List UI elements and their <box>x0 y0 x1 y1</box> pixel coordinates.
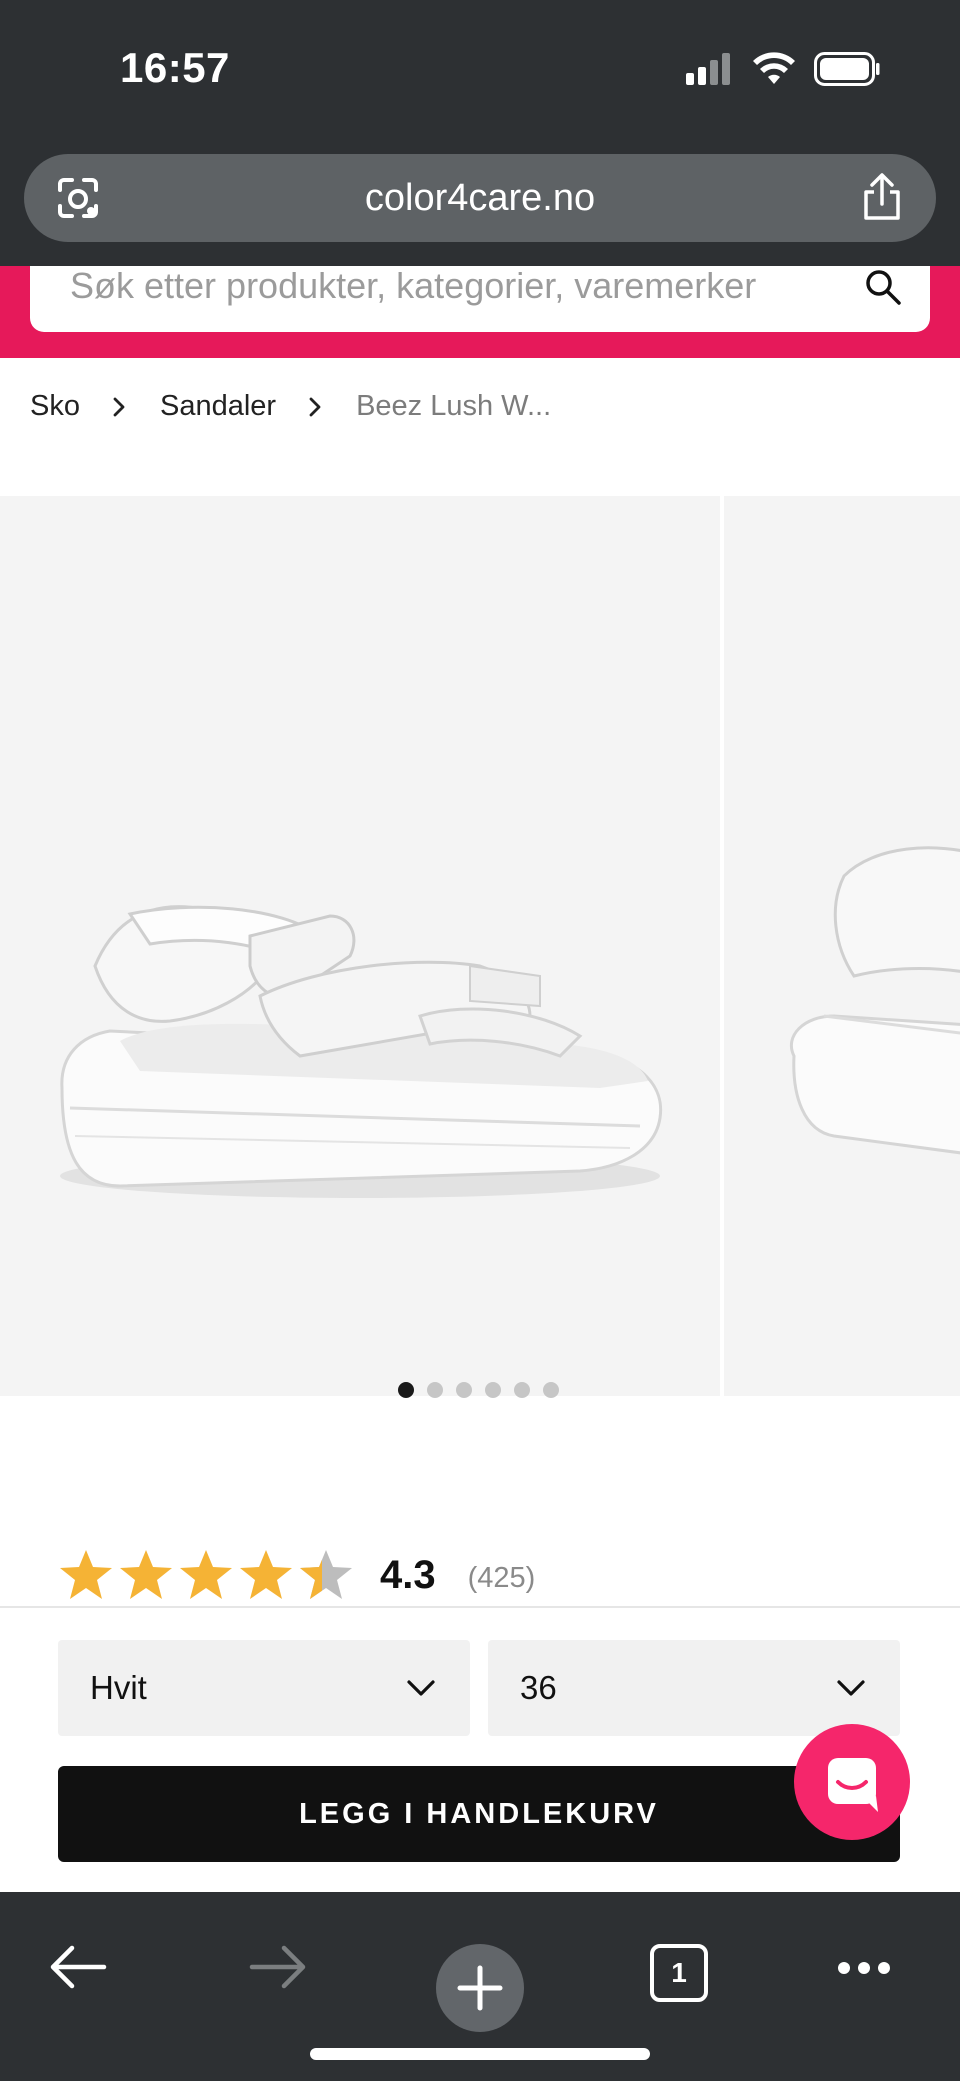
chevron-down-icon <box>407 1680 435 1696</box>
product-image-main[interactable] <box>0 496 720 1396</box>
chat-button[interactable] <box>794 1724 910 1840</box>
gallery-dot[interactable] <box>543 1382 559 1398</box>
gallery-dot[interactable] <box>427 1382 443 1398</box>
forward-arrow-icon[interactable] <box>248 1944 308 1990</box>
search-input[interactable]: Søk etter produkter, kategorier, varemer… <box>70 266 840 332</box>
status-time: 16:57 <box>120 44 230 91</box>
star-icon <box>180 1550 232 1599</box>
product-image-next[interactable] <box>724 496 960 1396</box>
more-options-icon[interactable] <box>836 1960 892 1976</box>
new-tab-button[interactable] <box>436 1944 524 2032</box>
cellular-signal-icon <box>686 53 730 85</box>
color-select-value[interactable]: Hvit <box>90 1640 147 1736</box>
gallery-dot[interactable] <box>456 1382 472 1398</box>
star-icon <box>240 1550 292 1599</box>
address-bar[interactable]: color4care.no <box>24 154 936 242</box>
star-icon <box>120 1550 172 1599</box>
wifi-icon <box>753 52 795 84</box>
share-icon[interactable] <box>860 172 904 222</box>
rating-value: 4.3 <box>380 1552 436 1597</box>
breadcrumb: Sko Sandaler Beez Lush W... <box>30 390 551 423</box>
review-count[interactable]: (425) <box>468 1556 536 1595</box>
plus-icon <box>457 1965 503 2011</box>
tab-switcher-button[interactable]: 1 <box>650 1944 708 2002</box>
search-icon[interactable] <box>864 268 902 306</box>
white-sandal-image <box>60 905 663 1198</box>
breadcrumb-item-sko[interactable]: Sko <box>30 390 80 423</box>
product-search-field[interactable]: Søk etter produkter, kategorier, varemer… <box>30 266 930 332</box>
status-icons <box>686 52 880 86</box>
color-select[interactable]: Hvit <box>58 1640 470 1736</box>
breadcrumb-current: Beez Lush W... <box>356 390 552 422</box>
home-indicator <box>310 2048 650 2060</box>
rating-stars <box>58 1548 354 1602</box>
size-select[interactable]: 36 <box>488 1640 900 1736</box>
star-half-icon <box>300 1550 352 1599</box>
product-rating[interactable]: 4.3 (425) <box>58 1548 535 1602</box>
white-sandal-image <box>790 846 960 1155</box>
star-icon <box>60 1550 112 1599</box>
gallery-dot[interactable] <box>485 1382 501 1398</box>
gallery-dot[interactable] <box>398 1382 414 1398</box>
size-select-value[interactable]: 36 <box>520 1640 557 1736</box>
chevron-down-icon <box>837 1680 865 1696</box>
add-to-cart-button[interactable]: LEGG I HANDLEKURV <box>58 1766 900 1862</box>
gallery-dot[interactable] <box>514 1382 530 1398</box>
battery-icon <box>814 52 880 86</box>
url-text[interactable]: color4care.no <box>24 154 936 242</box>
chat-icon <box>828 1758 878 1812</box>
back-arrow-icon[interactable] <box>48 1944 108 1990</box>
chevron-right-icon <box>309 397 321 416</box>
gallery-pagination <box>398 1382 559 1398</box>
breadcrumb-item-sandaler[interactable]: Sandaler <box>160 390 276 423</box>
chevron-right-icon <box>113 397 125 416</box>
